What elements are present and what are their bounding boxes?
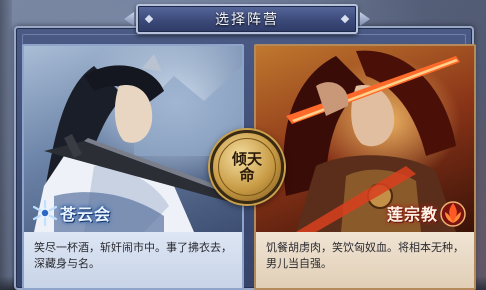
title-diamond-icon [144,14,154,24]
faction-description: 饥餐胡虏肉，笑饮匈奴血。将相本无种，男儿当自强。 [266,241,464,270]
dialog-title-plate: 选择阵营 [136,4,358,34]
faction-description: 笑尽一杯酒，斩奸闹市中。事了拂衣去，深藏身与名。 [34,241,232,270]
title-diamond-icon [340,14,350,24]
seal-inner-ring: 倾天 命 [218,138,276,196]
map-edge [0,0,12,290]
snowflake-emblem-icon [32,199,58,227]
faction-description-panel: 笑尽一杯酒，斩奸闹市中。事了拂衣去，深藏身与名。 [24,232,242,288]
seal-text-line1: 倾天 [231,150,262,168]
faction-name: 莲宗教 [386,205,438,224]
lotus-flame-emblem-icon [440,201,466,227]
faction-card-lianzong[interactable]: 莲宗教 饥餐胡虏肉，笑饮匈奴血。将相本无种，男儿当自强。 [254,44,476,290]
faction-description-panel: 饥餐胡虏肉，笑饮匈奴血。将相本无种，男儿当自强。 [256,232,474,288]
center-seal-emblem: 倾天 命 [210,130,284,204]
faction-logo: 莲宗教 [387,196,468,230]
dialog-title: 选择阵营 [215,12,279,28]
faction-name: 苍云会 [60,205,112,224]
seal-text-line2: 命 [239,166,255,184]
faction-logo: 苍云会 [30,196,111,230]
